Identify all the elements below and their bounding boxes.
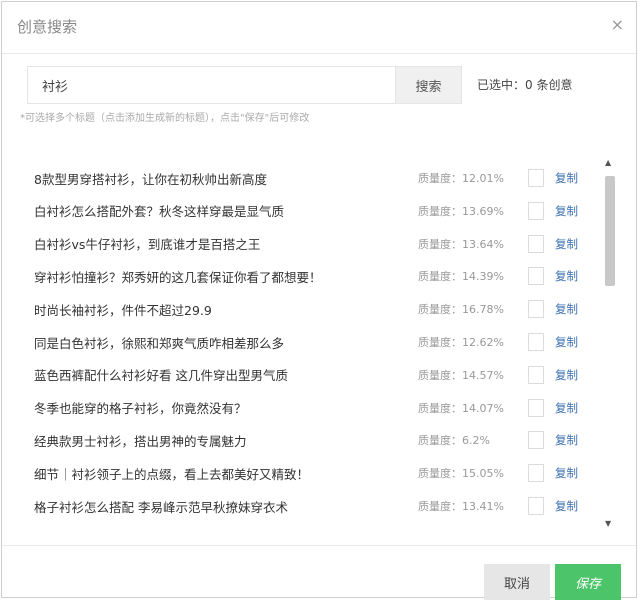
select-checkbox[interactable] [528,169,544,187]
dialog-title: 创意搜索 [17,18,78,36]
item-title[interactable]: 格子衬衫怎么搭配 李易峰示范早秋撩妹穿衣术 [34,497,414,516]
copy-link[interactable]: 复制 [555,236,578,252]
list-item[interactable]: 格子衬衫怎么搭配 李易峰示范早秋撩妹穿衣术 质量度：13.41% 复制 [20,492,600,520]
list-item[interactable]: 经典款男士衬衫，搭出男神的专属魅力 质量度：6.2% 复制 [20,426,600,454]
select-checkbox[interactable] [528,365,544,384]
scroll-down-icon[interactable]: ▼ [605,519,611,528]
item-title[interactable]: 穿衬衫怕撞衫？郑秀妍的这几套保证你看了都想要！ [34,267,414,286]
list-item[interactable]: 8款型男穿搭衬衫，让你在初秋帅出新高度 质量度：12.01% 复制 [20,164,600,192]
close-icon[interactable]: × [611,15,624,35]
item-title[interactable]: 冬季也能穿的格子衬衫，你竟然没有？ [34,398,414,417]
select-checkbox[interactable] [528,234,544,253]
creative-search-dialog: 创意搜索 × 搜索 已选中：0 条创意 *可选择多个标题（点击添加生成新的标题）… [1,1,637,600]
quality-score: 质量度：14.39% [418,270,504,284]
copy-link[interactable]: 复制 [555,465,578,481]
copy-link[interactable]: 复制 [555,203,578,219]
item-title[interactable]: 白衬衫vs牛仔衬衫，到底谁才是百搭之王 [34,234,414,253]
copy-link[interactable]: 复制 [555,498,578,514]
quality-score: 质量度：13.41% [418,500,504,513]
list-scrollbar[interactable]: ▲ ▼ [603,158,617,528]
selected-count: 已选中：0 条创意 [477,78,573,92]
select-checkbox[interactable] [528,497,544,515]
item-title[interactable]: 时尚长袖衬衫，件件不超过29.9 [34,300,414,319]
copy-link[interactable]: 复制 [555,170,578,186]
list-item[interactable]: 同是白色衬衫，徐熙和郑爽气质咋相差那么多 质量度：12.62% 复制 [20,328,600,356]
quality-score: 质量度：16.78% [418,303,504,317]
select-checkbox[interactable] [528,201,544,220]
select-checkbox[interactable] [528,431,544,450]
quality-score: 质量度：6.2% [418,434,490,448]
creative-list: 8款型男穿搭衬衫，让你在初秋帅出新高度 质量度：12.01% 复制 白衬衫怎么搭配外套… [20,142,620,527]
select-checkbox[interactable] [528,333,544,351]
item-title[interactable]: 细节｜衬衫领子上的点缀，看上去都美好又精致！ [34,464,414,483]
search-bar: 搜索 [27,66,462,104]
quality-score: 质量度：14.57% [418,368,504,382]
save-button[interactable]: 保存 [555,564,621,600]
quality-score: 质量度：12.62% [418,336,504,349]
item-title[interactable]: 白衬衫怎么搭配外套？秋冬这样穿最是显气质 [34,201,414,220]
list-item[interactable]: 细节｜衬衫领子上的点缀，看上去都美好又精致！ 质量度：15.05% 复制 [20,459,600,487]
cancel-button[interactable]: 取消 [484,564,550,600]
list-item[interactable]: 穿衬衫怕撞衫？郑秀妍的这几套保证你看了都想要！ 质量度：14.39% 复制 [20,262,600,290]
copy-link[interactable]: 复制 [555,400,578,416]
scroll-up-icon[interactable]: ▲ [605,158,611,167]
dialog-footer: 取消 保存 [2,545,636,600]
scroll-thumb[interactable] [605,176,615,286]
select-checkbox[interactable] [528,464,544,483]
quality-score: 质量度：13.64% [418,237,504,251]
item-title[interactable]: 8款型男穿搭衬衫，让你在初秋帅出新高度 [34,169,414,188]
search-button[interactable]: 搜索 [395,66,462,104]
copy-link[interactable]: 复制 [555,301,578,317]
select-checkbox[interactable] [528,267,544,286]
item-title[interactable]: 同是白色衬衫，徐熙和郑爽气质咋相差那么多 [34,333,414,352]
search-input[interactable] [27,66,395,104]
quality-score: 质量度：14.07% [418,401,504,415]
copy-link[interactable]: 复制 [555,334,578,350]
hint-text: *可选择多个标题（点击添加生成新的标题），点击"保存"后可修改 [20,113,310,124]
select-checkbox[interactable] [528,300,544,319]
quality-score: 质量度：13.69% [418,204,504,218]
list-item[interactable]: 白衬衫怎么搭配外套？秋冬这样穿最是显气质 质量度：13.69% 复制 [20,197,600,225]
list-item[interactable]: 时尚长袖衬衫，件件不超过29.9 质量度：16.78% 复制 [20,295,600,323]
copy-link[interactable]: 复制 [555,367,578,383]
dialog-header: 创意搜索 × [2,2,636,54]
quality-score: 质量度：12.01% [418,172,504,185]
item-title[interactable]: 蓝色西裤配什么衬衫好看 这几件穿出型男气质 [34,365,414,384]
list-item[interactable]: 蓝色西裤配什么衬衫好看 这几件穿出型男气质 质量度：14.57% 复制 [20,361,600,389]
list-item[interactable]: 冬季也能穿的格子衬衫，你竟然没有？ 质量度：14.07% 复制 [20,394,600,422]
list-item[interactable]: 白衬衫vs牛仔衬衫，到底谁才是百搭之王 质量度：13.64% 复制 [20,230,600,258]
copy-link[interactable]: 复制 [555,432,578,448]
copy-link[interactable]: 复制 [555,268,578,284]
select-checkbox[interactable] [528,398,544,417]
quality-score: 质量度：15.05% [418,467,504,481]
item-title[interactable]: 经典款男士衬衫，搭出男神的专属魅力 [34,431,414,450]
